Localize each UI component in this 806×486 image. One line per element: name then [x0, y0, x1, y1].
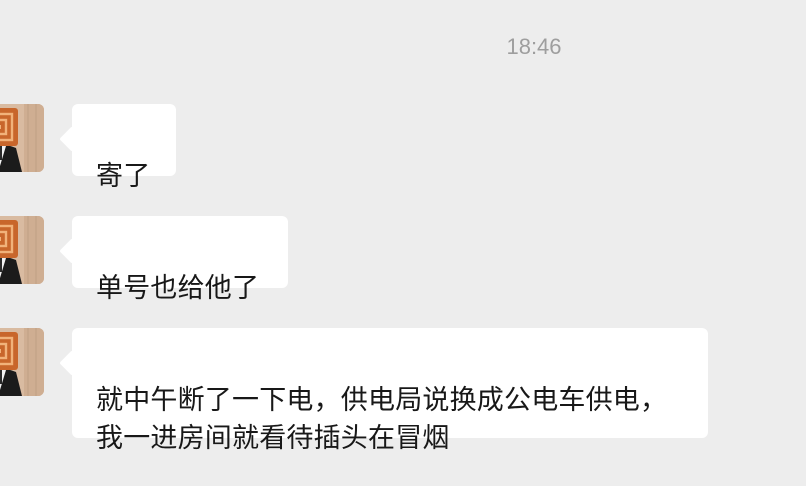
message-timestamp: 18:46 [506, 34, 562, 59]
message-bubble[interactable]: 寄了 [72, 104, 176, 192]
message-text: 单号也给他了 [96, 273, 260, 304]
contact-avatar-icon[interactable] [0, 328, 44, 396]
message-text: 就中午断了一下电，供电局说换成公电车供电， 我一进房间就看待插头在冒烟 [96, 385, 668, 454]
contact-avatar-icon[interactable] [0, 104, 44, 172]
contact-avatar-icon[interactable] [0, 216, 44, 284]
message-bubble[interactable]: 就中午断了一下电，供电局说换成公电车供电， 我一进房间就看待插头在冒烟 [72, 328, 708, 454]
message-text: 寄了 [96, 161, 151, 192]
message-bubble[interactable]: 单号也给他了 [72, 216, 288, 304]
